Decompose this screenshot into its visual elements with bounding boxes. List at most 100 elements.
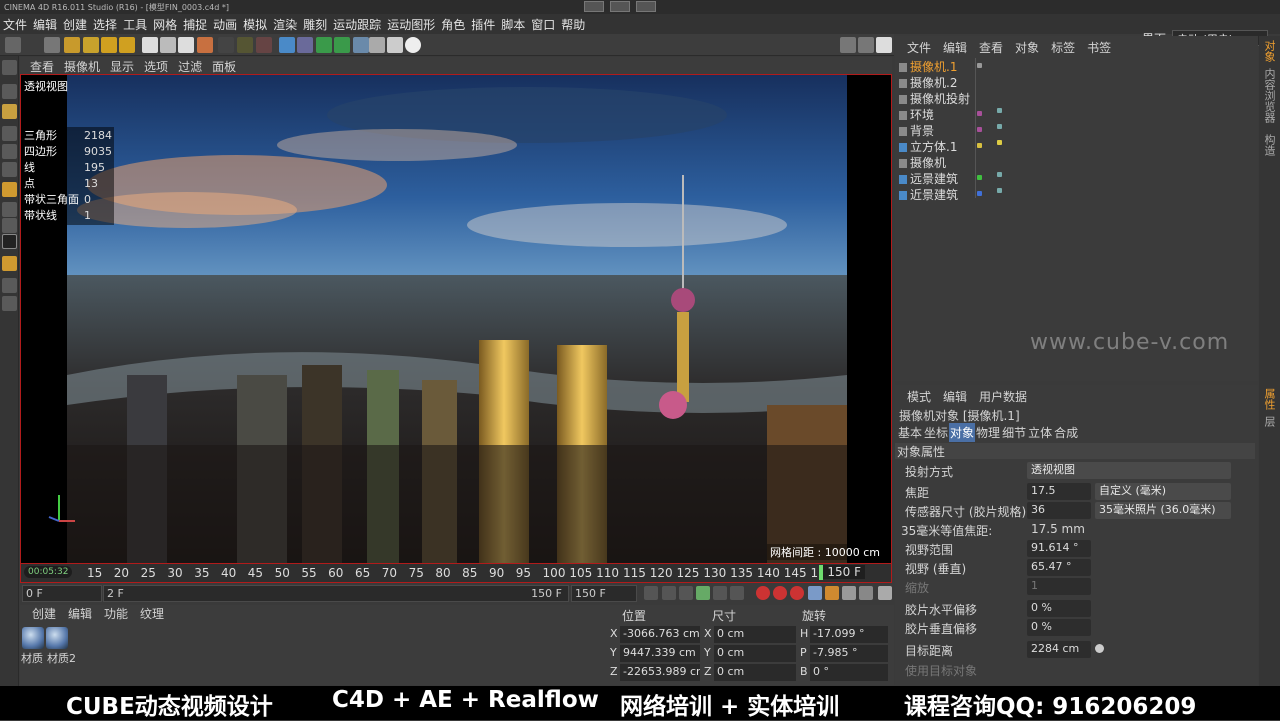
om-menu-tags[interactable]: 标签 [1051,39,1075,56]
axis-mode-icon[interactable] [2,182,17,197]
points-mode-icon[interactable] [2,126,17,141]
maximize-button[interactable] [610,1,630,12]
object-item-near-buildings[interactable]: 近景建筑 [899,186,958,202]
rotation-p-field[interactable]: -7.985 ° [810,645,888,662]
menu-character[interactable]: 角色 [438,14,468,35]
size-y-field[interactable]: 0 cm [714,645,796,662]
menu-help[interactable]: 帮助 [558,14,588,35]
model-mode-icon[interactable] [2,84,17,99]
render-view-icon[interactable] [218,37,234,53]
viewport-menu-view[interactable]: 查看 [30,58,54,75]
param-key-icon[interactable] [859,586,873,600]
maximize-viewport-icon[interactable] [876,37,892,53]
menu-window[interactable]: 窗口 [528,14,558,35]
vfov-field[interactable]: 65.47 ° [1027,559,1091,576]
om-menu-file[interactable]: 文件 [907,39,931,56]
target-distance-field[interactable]: 2284 cm [1027,641,1091,658]
timeline-ruler[interactable]: 00:05:32 15 20 25 30 35 40 45 50 55 60 65 70 75 80 85 9… [20,564,892,583]
side-tab-content-browser[interactable]: 内容浏览器 [1261,68,1277,123]
z-axis-icon[interactable] [178,37,194,53]
edges-mode-icon[interactable] [2,144,17,159]
om-menu-objects[interactable]: 对象 [1015,39,1039,56]
material-menu-texture[interactable]: 纹理 [140,605,164,622]
tab-object[interactable]: 对象 [949,423,976,442]
live-selection-icon[interactable] [119,37,135,53]
om-menu-edit[interactable]: 编辑 [943,39,967,56]
undo-icon[interactable] [5,37,21,53]
am-menu-mode[interactable]: 模式 [907,388,931,405]
x-axis-icon[interactable] [142,37,158,53]
focal-length-field[interactable]: 17.5 [1027,483,1091,500]
viewport-menu-panel[interactable]: 面板 [212,58,236,75]
tab-basic[interactable]: 基本 [897,423,923,442]
goto-start-icon[interactable] [644,586,658,600]
side-tab-structure[interactable]: 构造 [1261,134,1277,156]
layer-color-dot[interactable] [977,175,982,180]
solo-icon[interactable] [2,234,17,249]
object-item-camera[interactable]: 摄像机 [899,154,946,170]
om-menu-view[interactable]: 查看 [979,39,1003,56]
pick-target-icon[interactable] [1095,644,1104,653]
menu-mesh[interactable]: 网格 [150,14,180,35]
close-button[interactable] [636,1,656,12]
menu-mograph[interactable]: 运动图形 [384,14,438,35]
material-menu-edit[interactable]: 编辑 [68,605,92,622]
material-swatch[interactable] [22,627,44,649]
position-x-field[interactable]: -3066.763 cm [620,626,700,643]
side-tab-layers[interactable]: 层 [1261,416,1277,427]
position-z-field[interactable]: -22653.989 cm [620,664,700,681]
size-z-field[interactable]: 0 cm [714,664,796,681]
object-item-background[interactable]: 背景 [899,122,934,138]
focal-preset-dropdown[interactable]: 自定义 (毫米) [1095,483,1231,500]
polygons-mode-icon[interactable] [2,162,17,177]
end-frame-field[interactable]: 150 F [571,585,637,602]
next-frame-icon[interactable] [713,586,727,600]
side-tab-attributes[interactable]: 属性 [1261,388,1277,410]
prev-key-icon[interactable] [662,586,676,600]
menu-select[interactable]: 选择 [90,14,120,35]
viewport-menu-options[interactable]: 选项 [144,58,168,75]
layer-color-dot[interactable] [977,111,982,116]
render-settings-icon[interactable] [256,37,272,53]
material-swatch[interactable] [46,627,68,649]
om-menu-bookmarks[interactable]: 书签 [1087,39,1111,56]
film-v-offset-field[interactable]: 0 % [1027,619,1091,636]
timeline-options-icon[interactable] [878,586,892,600]
coordinate-system-icon[interactable] [197,37,213,53]
rotation-h-field[interactable]: -17.099 ° [810,626,888,643]
locking-icon[interactable] [2,218,17,233]
object-item-environment[interactable]: 环境 [899,106,934,122]
nurbs-icon[interactable] [316,37,332,53]
record-icon[interactable] [756,586,770,600]
snap-toggle-icon[interactable] [858,37,874,53]
y-axis-icon[interactable] [160,37,176,53]
start-frame-field[interactable]: 0 F [22,585,102,602]
rotation-key-icon[interactable] [842,586,856,600]
texture-tag-icon[interactable] [997,172,1002,177]
material-menu-create[interactable]: 创建 [32,605,56,622]
menu-snap[interactable]: 捕捉 [180,14,210,35]
material-menu-function[interactable]: 功能 [104,605,128,622]
layer-color-dot[interactable] [977,191,982,196]
spline-icon[interactable] [297,37,313,53]
menu-script[interactable]: 脚本 [498,14,528,35]
preview-range-slider[interactable]: 2 F 150 F [103,585,569,602]
menu-create[interactable]: 创建 [60,14,90,35]
snap-icon[interactable] [2,256,17,271]
size-x-field[interactable]: 0 cm [714,626,796,643]
minimize-button[interactable] [584,1,604,12]
position-key-icon[interactable] [808,586,822,600]
perspective-viewport[interactable]: 透视视图 三角形 2184 四边形 9035 线 195 点 13 带状三角面 0 带状线… [20,74,892,564]
render-picture-viewer-icon[interactable] [237,37,253,53]
menu-animate[interactable]: 动画 [210,14,240,35]
texture-tag-icon[interactable] [997,108,1002,113]
next-key-icon[interactable] [730,586,744,600]
floor-icon[interactable] [369,37,385,53]
cube-icon[interactable] [279,37,295,53]
menu-sculpt[interactable]: 雕刻 [300,14,330,35]
viewport-layout-icon[interactable] [840,37,856,53]
am-menu-edit[interactable]: 编辑 [943,388,967,405]
prev-frame-icon[interactable] [679,586,693,600]
texture-tag-icon[interactable] [997,188,1002,193]
projection-dropdown[interactable]: 透视视图 [1027,462,1231,479]
